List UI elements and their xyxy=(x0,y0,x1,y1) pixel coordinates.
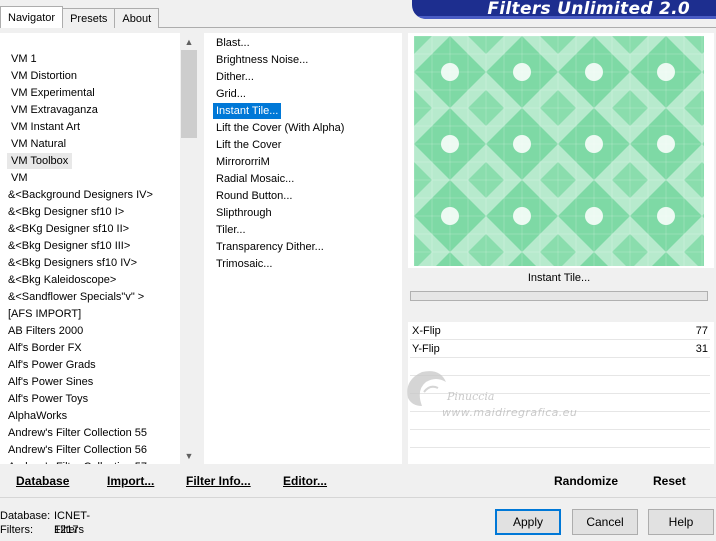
progress-bar xyxy=(410,291,708,301)
category-item[interactable]: Alf's Power Sines xyxy=(4,374,97,390)
selected-filter-name: Instant Tile... xyxy=(527,272,591,284)
param-divider xyxy=(410,447,710,448)
import-button[interactable]: Import... xyxy=(107,473,154,489)
app-title: Filters Unlimited 2.0 xyxy=(487,0,690,19)
category-item[interactable]: VM Experimental xyxy=(7,85,99,101)
category-item[interactable]: Alf's Power Grads xyxy=(4,357,100,373)
tab-strip: Navigator Presets About xyxy=(0,6,160,28)
param-value[interactable]: 77 xyxy=(696,323,708,339)
cancel-button[interactable]: Cancel xyxy=(572,509,638,535)
tab-about[interactable]: About xyxy=(114,8,160,28)
category-item[interactable]: &<BKg Designer sf10 II> xyxy=(4,221,133,237)
param-divider xyxy=(410,339,710,340)
category-item[interactable]: Andrew's Filter Collection 57 xyxy=(4,459,151,464)
category-item[interactable]: VM Extravaganza xyxy=(7,102,102,118)
category-item[interactable]: &<Bkg Designers sf10 IV> xyxy=(4,255,141,271)
filter-item[interactable]: Tiler... xyxy=(213,222,249,238)
filter-item[interactable]: Instant Tile... xyxy=(213,103,282,119)
param-divider xyxy=(410,429,710,430)
status-filters: Filters: 1217 xyxy=(0,523,78,537)
status-database-label: Database: xyxy=(0,510,51,522)
param-y-flip[interactable]: Y-Flip 31 xyxy=(410,341,710,357)
category-item[interactable]: &<Sandflower Specials"v" > xyxy=(4,289,148,305)
filter-item[interactable]: Dither... xyxy=(213,69,257,85)
scroll-thumb[interactable] xyxy=(181,50,197,138)
param-value[interactable]: 31 xyxy=(696,341,708,357)
param-x-flip[interactable]: X-Flip 77 xyxy=(410,323,710,339)
category-scrollbar[interactable]: ▲ ▼ xyxy=(180,33,198,464)
app-banner: Filters Unlimited 2.0 xyxy=(412,0,716,19)
scroll-down-icon[interactable]: ▼ xyxy=(180,447,198,464)
category-item[interactable]: VM xyxy=(7,170,32,186)
randomize-button[interactable]: Randomize xyxy=(554,473,618,489)
category-item[interactable]: VM Instant Art xyxy=(7,119,84,135)
category-list[interactable]: VM 1 VM Distortion VM Experimental VM Extra… xyxy=(0,33,198,464)
apply-button[interactable]: Apply xyxy=(495,509,561,535)
filter-item[interactable]: Blast... xyxy=(213,35,253,51)
category-item[interactable]: VM Distortion xyxy=(7,68,81,84)
param-label: X-Flip xyxy=(412,325,441,337)
database-button[interactable]: Database xyxy=(16,473,69,489)
category-item[interactable]: &<Bkg Designer sf10 I> xyxy=(4,204,128,220)
category-item[interactable]: Andrew's Filter Collection 55 xyxy=(4,425,151,441)
category-item[interactable]: VM 1 xyxy=(7,51,41,67)
editor-button[interactable]: Editor... xyxy=(283,473,327,489)
filter-item[interactable]: Brightness Noise... xyxy=(213,52,311,68)
filter-item[interactable]: Grid... xyxy=(213,86,249,102)
help-button[interactable]: Help xyxy=(648,509,714,535)
reset-button[interactable]: Reset xyxy=(653,473,686,489)
param-divider xyxy=(410,357,710,358)
status-filters-label: Filters: xyxy=(0,524,33,536)
category-item[interactable]: &<Background Designers IV> xyxy=(4,187,157,203)
category-item[interactable]: Alf's Border FX xyxy=(4,340,86,356)
watermark-name: Pinuccia xyxy=(447,390,495,403)
watermark-url: www.maidiregrafica.eu xyxy=(442,406,578,419)
tab-navigator[interactable]: Navigator xyxy=(0,6,64,28)
filter-item[interactable]: Trimosaic... xyxy=(213,256,275,272)
category-item[interactable]: AB Filters 2000 xyxy=(4,323,87,339)
category-item[interactable]: [AFS IMPORT] xyxy=(4,306,85,322)
category-item[interactable]: AlphaWorks xyxy=(4,408,71,424)
filter-item[interactable]: Slipthrough xyxy=(213,205,275,221)
tab-presets[interactable]: Presets xyxy=(62,8,116,28)
category-item[interactable]: VM Toolbox xyxy=(7,153,73,169)
category-item[interactable]: &<Bkg Designer sf10 III> xyxy=(4,238,134,254)
category-item[interactable]: Alf's Power Toys xyxy=(4,391,92,407)
filter-item[interactable]: Round Button... xyxy=(213,188,295,204)
filter-list[interactable]: Blast... Brightness Noise... Dither... Grid… xyxy=(204,33,402,464)
filter-item[interactable]: Lift the Cover (With Alpha) xyxy=(213,120,347,136)
category-item[interactable]: Andrew's Filter Collection 56 xyxy=(4,442,151,458)
preview-image xyxy=(414,36,704,266)
filter-info-button[interactable]: Filter Info... xyxy=(186,473,251,489)
category-item[interactable]: &<Bkg Kaleidoscope> xyxy=(4,272,120,288)
watermark: Pinuccia www.maidiregrafica.eu xyxy=(400,362,620,422)
scroll-up-icon[interactable]: ▲ xyxy=(180,33,198,50)
category-item[interactable]: VM Natural xyxy=(7,136,70,152)
param-label: Y-Flip xyxy=(412,343,440,355)
status-database: Database: ICNET-Filters xyxy=(0,509,90,536)
bottom-toolbar: Database Import... Filter Info... Editor… xyxy=(0,467,716,495)
filter-item[interactable]: MirrororriM xyxy=(213,154,273,170)
status-filters-value: 1217 xyxy=(54,524,79,536)
filter-item[interactable]: Transparency Dither... xyxy=(213,239,327,255)
divider xyxy=(0,497,716,498)
filter-item[interactable]: Radial Mosaic... xyxy=(213,171,297,187)
filter-item[interactable]: Lift the Cover xyxy=(213,137,284,153)
